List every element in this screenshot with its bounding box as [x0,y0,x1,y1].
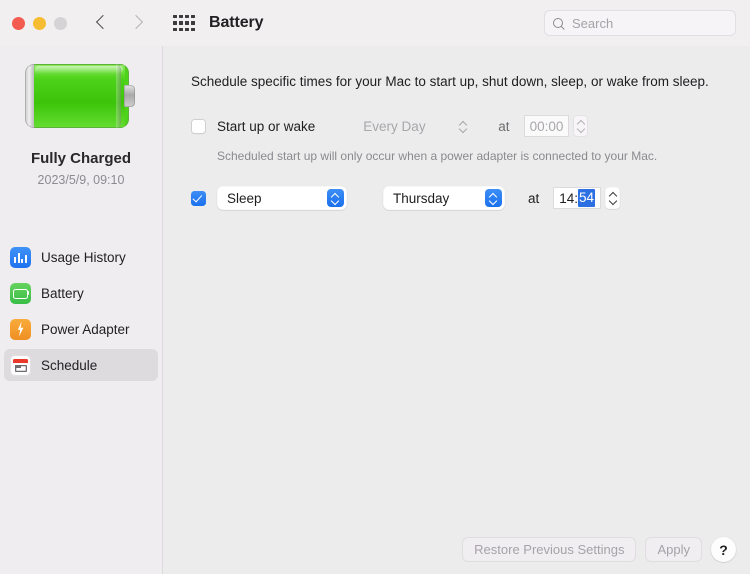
close-button[interactable] [12,17,25,30]
battery-preferences-window: Battery Search Fully Charged 2023/5/9, 0… [0,0,750,574]
sleep-time-hour: 14: [559,191,578,206]
sleep-action-dropdown[interactable]: Sleep [217,186,347,210]
restore-previous-settings-button[interactable]: Restore Previous Settings [462,537,636,562]
startup-frequency-dropdown[interactable]: Every Day [353,114,475,138]
chevron-updown-icon [485,189,502,207]
battery-status: Fully Charged 2023/5/9, 09:10 [0,150,162,187]
sleep-time-minute-selected: 54 [578,189,595,207]
startup-hint: Scheduled start up will only occur when … [217,149,750,163]
sidebar-item-label: Power Adapter [41,322,130,337]
startup-time-value[interactable]: 00:00 [524,115,570,137]
sidebar-item-battery[interactable]: Battery [4,277,158,309]
page-title: Battery [209,14,263,32]
sleep-time-field[interactable]: 14:54 [553,186,620,210]
zoom-button[interactable] [54,17,67,30]
startup-time-stepper[interactable] [573,115,588,137]
startup-checkbox[interactable] [191,119,206,134]
chevron-updown-icon [455,117,472,135]
sidebar-item-schedule[interactable]: Schedule [4,349,158,381]
chevron-left-icon[interactable] [95,12,109,34]
sidebar-item-label: Battery [41,286,84,301]
help-button[interactable]: ? [711,537,736,562]
sleep-checkbox[interactable] [191,191,206,206]
startup-frequency-value: Every Day [363,119,425,134]
footer-buttons: Restore Previous Settings Apply ? [462,537,736,562]
battery-status-title: Fully Charged [0,150,162,167]
startup-time-field[interactable]: 00:00 [524,114,589,138]
startup-row: Start up or wake Every Day at 00:00 [191,113,750,139]
pane-description: Schedule specific times for your Mac to … [191,72,731,91]
calendar-icon [10,355,31,376]
search-field[interactable]: Search [544,10,736,36]
sleep-day-dropdown[interactable]: Thursday [383,186,505,210]
sidebar: Fully Charged 2023/5/9, 09:10 Usage Hist… [0,46,163,574]
sidebar-item-power-adapter[interactable]: Power Adapter [4,313,158,345]
navigation-arrows [95,12,143,34]
sleep-day-value: Thursday [393,191,449,206]
sidebar-nav: Usage History Battery Power Adapter [0,239,162,383]
sleep-time-stepper[interactable] [605,187,620,209]
battery-icon [10,283,31,304]
window-titlebar: Battery Search [0,0,750,46]
grid-apps-icon[interactable] [173,14,195,32]
sleep-action-value: Sleep [227,191,262,206]
chevron-updown-icon [327,189,344,207]
chevron-right-icon[interactable] [129,12,143,34]
sleep-row: Sleep Thursday at 14:54 [191,185,750,211]
sidebar-item-label: Usage History [41,250,126,265]
battery-status-timestamp: 2023/5/9, 09:10 [0,173,162,187]
sidebar-item-usage-history[interactable]: Usage History [4,241,158,273]
startup-label: Start up or wake [217,119,315,134]
sleep-time-value[interactable]: 14:54 [553,187,601,209]
bolt-icon [10,319,31,340]
apply-button[interactable]: Apply [645,537,702,562]
sleep-at-label: at [528,191,539,206]
schedule-pane: Schedule specific times for your Mac to … [163,46,750,574]
minimize-button[interactable] [33,17,46,30]
window-body: Fully Charged 2023/5/9, 09:10 Usage Hist… [0,46,750,574]
startup-at-label: at [498,119,509,134]
sidebar-item-label: Schedule [41,358,97,373]
traffic-lights [12,17,67,30]
search-icon [553,17,566,30]
chart-bar-icon [10,247,31,268]
search-placeholder: Search [572,16,613,31]
battery-full-icon [25,64,137,128]
